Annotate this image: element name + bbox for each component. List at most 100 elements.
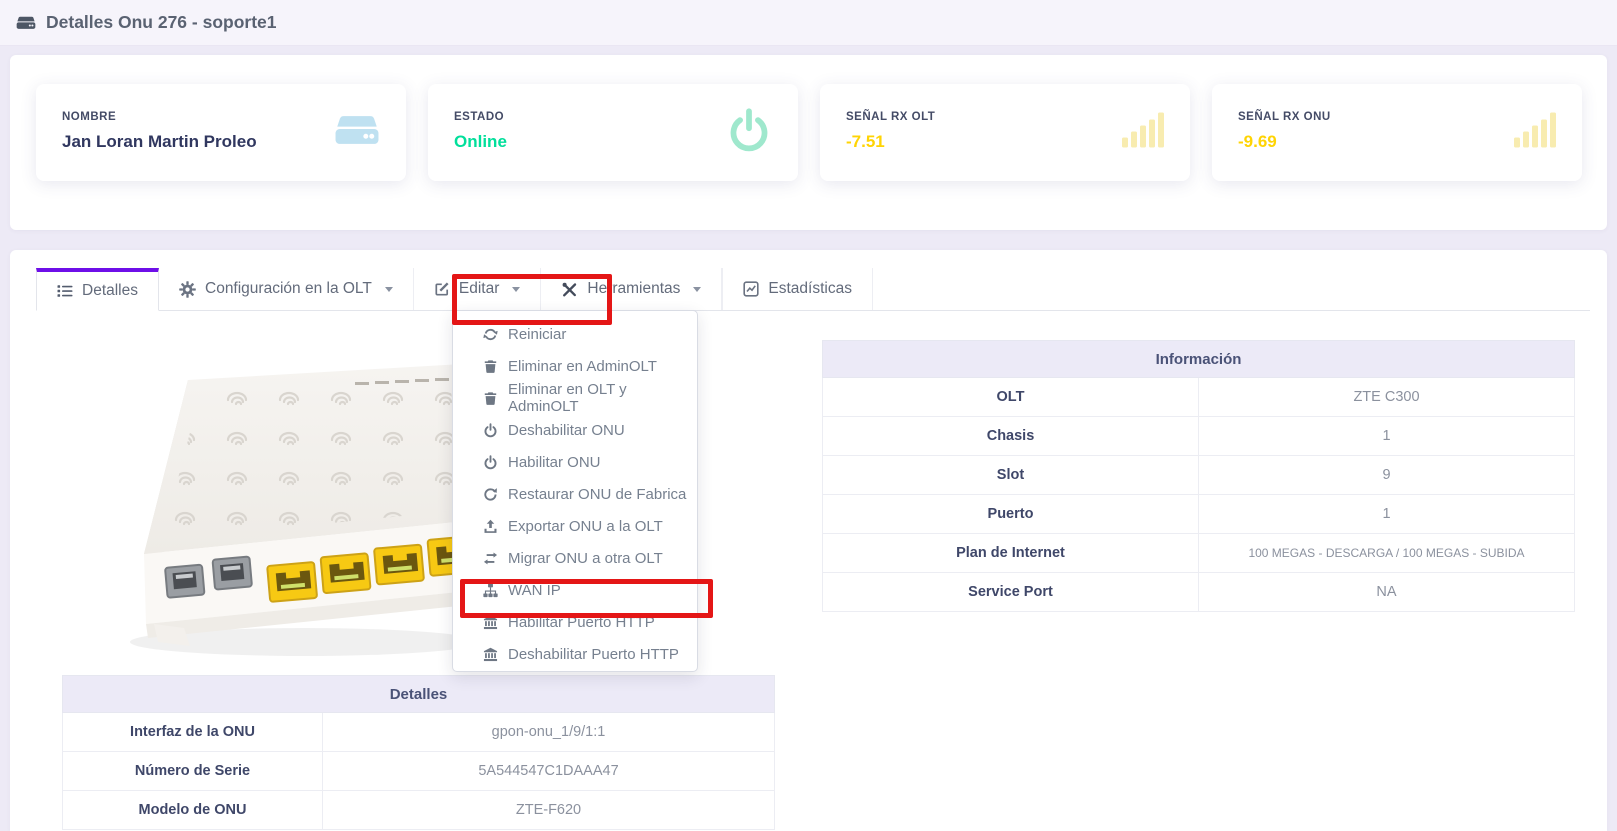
menu-item-wan-ip[interactable]: WAN IP <box>453 574 697 606</box>
server-icon <box>16 15 36 31</box>
exchange-icon <box>483 551 498 566</box>
trash-icon <box>483 359 498 374</box>
menu-item-reiniciar[interactable]: Reiniciar <box>453 318 697 350</box>
menu-item-migrar-olt[interactable]: Migrar ONU a otra OLT <box>453 542 697 574</box>
power-off-icon <box>483 455 498 470</box>
power-off-icon <box>483 423 498 438</box>
redo-icon <box>483 487 498 502</box>
page-header: Detalles Onu 276 - soporte1 <box>0 0 1617 46</box>
signal-bars-icon <box>1514 111 1556 154</box>
trash-icon <box>483 391 498 406</box>
informacion-table: Información OLTZTE C300Chasis1Slot9Puert… <box>822 340 1575 612</box>
table-row: Service PortNA <box>823 573 1575 612</box>
server-icon <box>334 112 380 153</box>
card-estado: ESTADO Online <box>428 84 798 181</box>
signal-bars-icon <box>1122 111 1164 154</box>
row-value: 9 <box>1199 456 1575 495</box>
menu-item-label: Habilitar Puerto HTTP <box>508 614 655 631</box>
table-row: Modelo de ONUZTE-F620 <box>63 791 775 830</box>
sitemap-icon <box>483 583 498 598</box>
chevron-down-icon <box>385 287 393 292</box>
card-label: ESTADO <box>454 111 504 123</box>
table-header: Información <box>823 341 1575 378</box>
tab-detalles[interactable]: Detalles <box>36 268 159 311</box>
tab-estadisticas[interactable]: Estadísticas <box>722 268 873 310</box>
row-label: Número de Serie <box>63 752 323 791</box>
card-senal-rx-onu: SEÑAL RX ONU -9.69 <box>1212 84 1582 181</box>
row-label: Interfaz de la ONU <box>63 713 323 752</box>
bank-icon <box>483 647 498 662</box>
menu-item-habilitar-onu[interactable]: Habilitar ONU <box>453 446 697 478</box>
menu-item-habilitar-puerto-http[interactable]: Habilitar Puerto HTTP <box>453 606 697 638</box>
menu-item-label: Reiniciar <box>508 326 566 343</box>
menu-item-label: Eliminar en AdminOLT <box>508 358 657 375</box>
sync-icon <box>483 327 498 342</box>
gear-icon <box>179 281 196 298</box>
row-value: 1 <box>1199 417 1575 456</box>
row-value: ZTE C300 <box>1199 378 1575 417</box>
row-value: 5A544547C1DAAA47 <box>323 752 775 791</box>
table-row: Chasis1 <box>823 417 1575 456</box>
row-label: Plan de Internet <box>823 534 1199 573</box>
menu-item-exportar-olt[interactable]: Exportar ONU a la OLT <box>453 510 697 542</box>
tools-icon <box>561 281 578 298</box>
tab-label: Estadísticas <box>768 280 852 298</box>
tab-configuracion-olt[interactable]: Configuración en la OLT <box>159 268 414 310</box>
row-label: Chasis <box>823 417 1199 456</box>
table-row: OLTZTE C300 <box>823 378 1575 417</box>
table-row: Puerto1 <box>823 495 1575 534</box>
row-label: Service Port <box>823 573 1199 612</box>
menu-item-label: Exportar ONU a la OLT <box>508 518 663 535</box>
menu-item-label: WAN IP <box>508 582 561 599</box>
row-value: NA <box>1199 573 1575 612</box>
menu-item-label: Deshabilitar ONU <box>508 422 625 439</box>
table-header: Detalles <box>63 676 775 713</box>
page-title: Detalles Onu 276 - soporte1 <box>46 12 277 33</box>
tab-label: Editar <box>459 280 500 298</box>
menu-item-eliminar-adminolt[interactable]: Eliminar en AdminOLT <box>453 350 697 382</box>
tab-label: Configuración en la OLT <box>205 280 372 298</box>
chevron-down-icon <box>693 287 701 292</box>
row-value: gpon-onu_1/9/1:1 <box>323 713 775 752</box>
tab-herramientas[interactable]: Herramientas <box>541 268 722 310</box>
main-panel: Detalles Configuración en la OLT <box>10 250 1607 831</box>
card-senal-rx-olt: SEÑAL RX OLT -7.51 <box>820 84 1190 181</box>
chart-icon <box>743 281 759 297</box>
table-row: Slot9 <box>823 456 1575 495</box>
tab-bar: Detalles Configuración en la OLT <box>36 268 1590 311</box>
card-label: SEÑAL RX OLT <box>846 111 935 123</box>
tab-label: Detalles <box>82 282 138 300</box>
menu-item-deshabilitar-onu[interactable]: Deshabilitar ONU <box>453 414 697 446</box>
row-label: Slot <box>823 456 1199 495</box>
card-value: -9.69 <box>1238 132 1277 152</box>
bank-icon <box>483 615 498 630</box>
row-value: ZTE-F620 <box>323 791 775 830</box>
menu-item-eliminar-olt-adminolt[interactable]: Eliminar en OLT y AdminOLT <box>453 382 697 414</box>
menu-item-deshabilitar-puerto-http[interactable]: Deshabilitar Puerto HTTP <box>453 638 697 670</box>
card-value: Jan Loran Martin Proleo <box>62 132 257 152</box>
card-label: SEÑAL RX ONU <box>1238 111 1331 123</box>
row-label: OLT <box>823 378 1199 417</box>
stat-cards-panel: NOMBRE Jan Loran Martin Proleo ESTADO On… <box>10 55 1607 230</box>
card-label: NOMBRE <box>62 111 116 123</box>
menu-item-label: Restaurar ONU de Fabrica <box>508 486 686 503</box>
row-label: Modelo de ONU <box>63 791 323 830</box>
upload-icon <box>483 519 498 534</box>
row-value: 1 <box>1199 495 1575 534</box>
edit-icon <box>434 281 450 297</box>
table-row: Plan de Internet100 MEGAS - DESCARGA / 1… <box>823 534 1575 573</box>
row-value: 100 MEGAS - DESCARGA / 100 MEGAS - SUBID… <box>1199 534 1575 573</box>
tab-label: Herramientas <box>587 280 680 298</box>
table-row: Interfaz de la ONUgpon-onu_1/9/1:1 <box>63 713 775 752</box>
chevron-down-icon <box>512 287 520 292</box>
menu-item-label: Deshabilitar Puerto HTTP <box>508 646 679 663</box>
herramientas-dropdown-menu: Reiniciar Eliminar en AdminOLT Eliminar … <box>452 310 698 672</box>
menu-item-label: Eliminar en OLT y AdminOLT <box>508 381 697 415</box>
power-icon <box>726 106 772 159</box>
detalles-table: Detalles Interfaz de la ONUgpon-onu_1/9/… <box>62 675 775 830</box>
tab-editar[interactable]: Editar <box>414 268 542 310</box>
card-value status-badge: Online <box>454 132 507 152</box>
card-nombre: NOMBRE Jan Loran Martin Proleo <box>36 84 406 181</box>
menu-item-restaurar-fabrica[interactable]: Restaurar ONU de Fabrica <box>453 478 697 510</box>
table-row: Número de Serie5A544547C1DAAA47 <box>63 752 775 791</box>
